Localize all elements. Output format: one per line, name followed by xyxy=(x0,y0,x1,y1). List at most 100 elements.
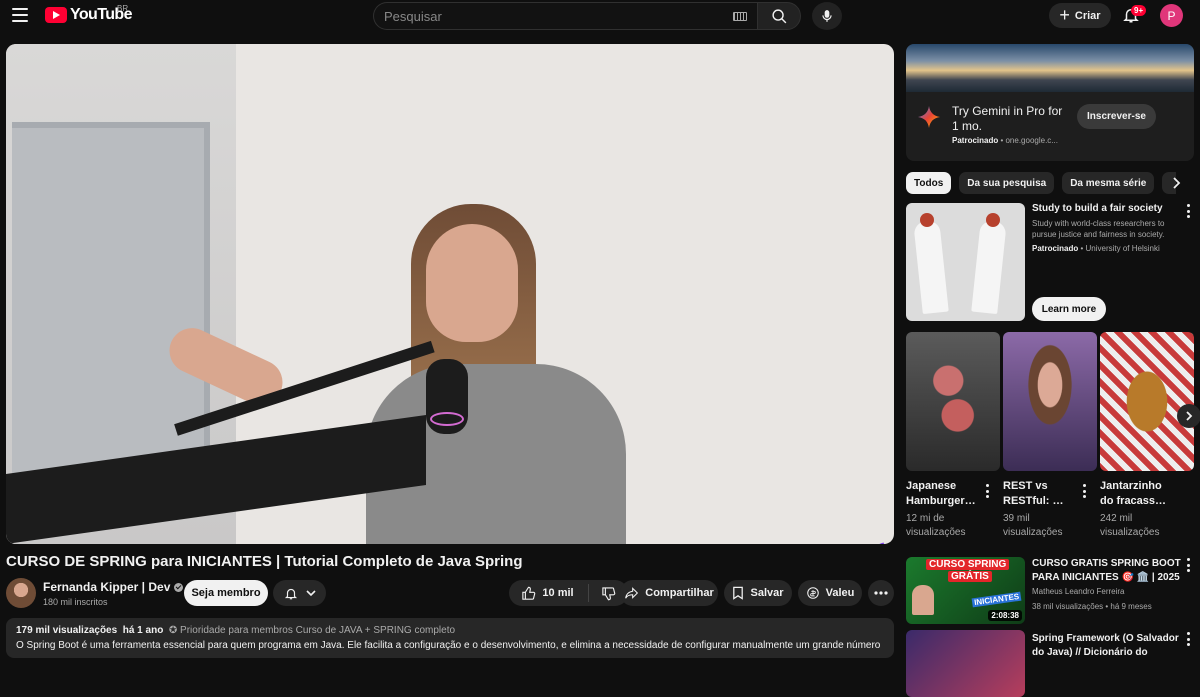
recommended-menu-icon[interactable] xyxy=(1186,632,1190,646)
channel-watermark-icon[interactable] xyxy=(856,542,888,544)
country-code: BR xyxy=(117,4,129,13)
upload-age: há 1 ano xyxy=(122,625,164,636)
ad-banner-image xyxy=(906,44,1194,92)
ad-domain: one.google.c... xyxy=(1005,136,1058,145)
search-icon xyxy=(771,8,786,23)
search-button[interactable] xyxy=(757,2,801,30)
bell-icon xyxy=(284,588,297,599)
thanks-button[interactable]: Valeu xyxy=(798,580,862,606)
account-avatar[interactable]: P xyxy=(1160,4,1183,27)
masthead: YouTube BR + Criar 9+ P xyxy=(0,0,1200,32)
recommended-video[interactable]: Spring Framework (O Salvador do Java) //… xyxy=(906,630,1194,697)
chip-same-series[interactable]: Da mesma série xyxy=(1062,172,1155,194)
promo-sponsor-line: Patrocinado • University of Helsinki xyxy=(1032,244,1160,253)
ad-title: Try Gemini in Pro for 1 mo. xyxy=(952,104,1063,133)
channel-name[interactable]: Fernanda Kipper | Dev xyxy=(43,580,184,594)
chevron-right-icon xyxy=(1186,411,1193,421)
chip-from-search[interactable]: Da sua pesquisa xyxy=(959,172,1055,194)
ad-sponsor-line: Patrocinado • one.google.c... xyxy=(952,136,1058,145)
sponsored-label: Patrocinado xyxy=(1032,244,1079,253)
more-actions-button[interactable] xyxy=(868,580,894,606)
microphone-icon xyxy=(822,10,832,22)
shorts-shelf: Japanese Hamburger… 12 mi de visualizaçõ… xyxy=(906,332,1194,542)
thumb-text-3: INICIANTES xyxy=(971,591,1022,608)
verified-icon xyxy=(174,582,184,592)
chip-all[interactable]: Todos xyxy=(906,172,952,194)
share-icon xyxy=(625,587,639,599)
short-title: REST vs RESTful: … xyxy=(1003,480,1064,507)
keyboard-icon[interactable] xyxy=(733,12,747,21)
promo-menu-icon[interactable] xyxy=(1186,204,1190,218)
recommended-thumbnail xyxy=(906,630,1025,697)
description-meta: 179 mil visualizações há 1 ano ✪ Priorid… xyxy=(16,625,884,636)
thumbs-down-icon xyxy=(601,586,615,600)
short-item[interactable]: Japanese Hamburger… 12 mi de visualizaçõ… xyxy=(906,332,1000,540)
channel-avatar[interactable] xyxy=(6,578,36,608)
recommended-title: Spring Framework (O Salvador do Java) //… xyxy=(1032,633,1179,658)
more-horizontal-icon xyxy=(874,591,888,595)
short-title: Japanese Hamburger… xyxy=(906,480,976,507)
shorts-next-button[interactable] xyxy=(1177,404,1200,428)
learn-more-button[interactable]: Learn more xyxy=(1032,297,1106,321)
thanks-label: Valeu xyxy=(825,587,855,599)
recommended-meta: 38 mil visualizações • há 9 meses xyxy=(1032,602,1152,611)
recommended-video[interactable]: CURSO SPRING GRÁTIS INICIANTES 2:08:38 C… xyxy=(906,557,1194,627)
plus-icon: + xyxy=(1059,4,1070,25)
short-views: 39 mil visualizações xyxy=(1003,513,1063,538)
chevron-right-icon[interactable] xyxy=(1169,176,1183,190)
description-text: O Spring Boot é uma ferramenta essencial… xyxy=(16,640,881,651)
thumb-text-1: CURSO SPRING xyxy=(926,559,1010,570)
video-player[interactable] xyxy=(6,44,894,544)
search-box[interactable] xyxy=(373,2,757,30)
like-count: 10 mil xyxy=(542,587,574,599)
menu-icon[interactable] xyxy=(12,8,28,22)
ad-subscribe-button[interactable]: Inscrever-se xyxy=(1077,104,1156,129)
video-duration: 2:08:38 xyxy=(988,610,1022,621)
short-menu-icon[interactable] xyxy=(985,484,989,498)
subscription-notifications-button[interactable] xyxy=(273,580,326,606)
recommended-thumbnail: CURSO SPRING GRÁTIS INICIANTES 2:08:38 xyxy=(906,557,1025,624)
share-label: Compartilhar xyxy=(645,587,714,599)
create-button[interactable]: + Criar xyxy=(1049,3,1111,28)
description-tags: ✪ Prioridade para membros Curso de JAVA … xyxy=(168,625,456,636)
like-dislike-group: 10 mil xyxy=(509,580,628,606)
short-menu-icon[interactable] xyxy=(1082,484,1086,498)
gemini-sparkle-icon xyxy=(918,106,940,128)
like-button[interactable]: 10 mil xyxy=(521,584,589,602)
notification-badge: 9+ xyxy=(1131,5,1147,16)
promo-thumbnail xyxy=(906,203,1025,321)
related-filter-chips: Todos Da sua pesquisa Da mesma série xyxy=(906,172,1177,194)
video-title: CURSO DE SPRING para INICIANTES | Tutori… xyxy=(6,553,523,570)
description-box[interactable]: 179 mil visualizações há 1 ano ✪ Priorid… xyxy=(6,618,894,658)
short-item[interactable]: REST vs RESTful: … 39 mil visualizações xyxy=(1003,332,1097,540)
view-count: 179 mil visualizações xyxy=(16,625,118,636)
channel-name-text: Fernanda Kipper | Dev xyxy=(43,580,171,594)
create-label: Criar xyxy=(1074,9,1101,22)
save-label: Salvar xyxy=(750,587,784,599)
save-button[interactable]: Salvar xyxy=(724,580,792,606)
super-thanks-icon xyxy=(806,587,819,599)
short-views: 12 mi de visualizações xyxy=(906,513,966,538)
short-thumbnail xyxy=(1003,332,1097,471)
dislike-button[interactable] xyxy=(595,586,616,601)
voice-search-button[interactable] xyxy=(812,2,842,30)
recommended-channel: Matheus Leandro Ferreira xyxy=(1032,587,1125,596)
chevron-down-icon xyxy=(305,590,316,597)
short-item[interactable]: Jantarzinho do fracass… 242 mil visualiz… xyxy=(1100,332,1194,540)
promo-description: Study with world-class researchers to pu… xyxy=(1032,219,1165,239)
promo-org: University of Helsinki xyxy=(1085,244,1160,253)
search-input[interactable] xyxy=(384,8,724,24)
sponsored-ad-card[interactable]: Try Gemini in Pro for 1 mo. Patrocinado … xyxy=(906,44,1194,161)
thumbs-up-icon xyxy=(522,586,536,600)
youtube-play-icon xyxy=(45,7,67,23)
short-views: 242 mil visualizações xyxy=(1100,513,1160,538)
subscriber-count: 180 mil inscritos xyxy=(43,597,108,607)
short-thumbnail xyxy=(906,332,1000,471)
recommended-menu-icon[interactable] xyxy=(1186,558,1190,572)
share-button[interactable]: Compartilhar xyxy=(620,580,718,606)
join-member-button[interactable]: Seja membro xyxy=(184,580,268,606)
youtube-logo[interactable]: YouTube BR xyxy=(45,4,132,24)
sponsored-label: Patrocinado xyxy=(952,136,999,145)
bookmark-icon xyxy=(733,586,744,600)
promo-title: Study to build a fair society xyxy=(1032,203,1163,214)
